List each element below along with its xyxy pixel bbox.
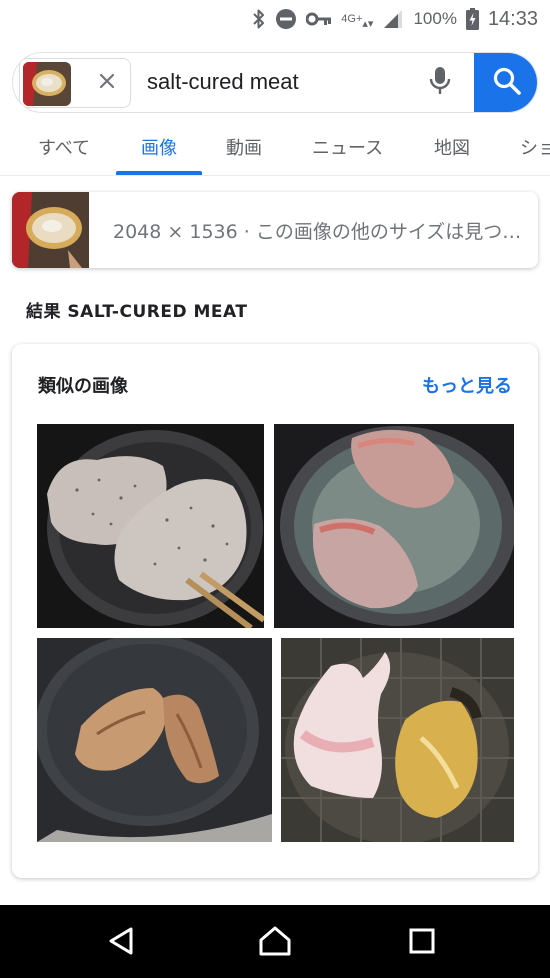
- tab-news[interactable]: ニュース: [312, 134, 383, 160]
- close-icon[interactable]: [99, 73, 115, 93]
- tab-videos[interactable]: 動画: [226, 134, 262, 160]
- query-image-chip[interactable]: [19, 58, 131, 108]
- search-button[interactable]: [474, 53, 537, 112]
- image-info-card[interactable]: 2048 × 1536 · この画像の他のサイズは見つかりません。: [12, 192, 538, 268]
- tab-shopping[interactable]: ショ: [520, 134, 550, 160]
- similar-image-2[interactable]: [274, 424, 514, 628]
- battery-charging-icon: [465, 8, 479, 30]
- search-icon[interactable]: [492, 66, 522, 100]
- query-image-thumbnail[interactable]: [23, 62, 71, 106]
- search-query-text[interactable]: salt-cured meat: [147, 69, 299, 95]
- back-icon[interactable]: [107, 926, 135, 960]
- image-size-info[interactable]: 2048 × 1536 · この画像の他のサイズは見つかりません。: [113, 217, 525, 244]
- clock: 14:33: [487, 7, 538, 30]
- vpn-key-icon: [306, 11, 332, 27]
- image-info-thumbnail[interactable]: [12, 192, 89, 268]
- mic-icon[interactable]: [429, 66, 451, 100]
- signal-icon: [382, 8, 404, 30]
- do-not-disturb-icon: [275, 8, 297, 30]
- bluetooth-icon: [252, 8, 266, 30]
- home-icon[interactable]: [258, 925, 292, 961]
- similar-image-1[interactable]: [37, 424, 264, 628]
- results-heading: 結果 SALT-CURED MEAT: [26, 302, 248, 322]
- clear-image-button[interactable]: [92, 68, 122, 98]
- tab-all[interactable]: すべて: [38, 134, 90, 160]
- system-nav-bar: [0, 905, 550, 978]
- search-tabs: すべて 画像 動画 ニュース 地図 ショ: [0, 122, 550, 176]
- similar-images-title: 類似の画像: [38, 376, 128, 397]
- similar-images-card: 類似の画像 もっと見る: [12, 344, 538, 878]
- search-bar: salt-cured meat: [12, 52, 538, 113]
- recents-button[interactable]: [402, 923, 442, 963]
- network-type: 4G+ ▴▾: [341, 13, 374, 30]
- recents-icon[interactable]: [408, 927, 436, 959]
- similar-image-4[interactable]: [281, 638, 514, 842]
- status-bar: 4G+ ▴▾ 100% 14:33: [0, 0, 550, 38]
- status-icons: 4G+ ▴▾ 100% 14:33: [252, 6, 538, 32]
- back-button[interactable]: [101, 923, 141, 963]
- tab-images[interactable]: 画像: [141, 134, 177, 160]
- voice-search-button[interactable]: [425, 67, 455, 99]
- home-button[interactable]: [255, 923, 295, 963]
- similar-image-3[interactable]: [37, 638, 272, 842]
- battery-percent: 100%: [413, 9, 457, 28]
- active-tab-indicator: [116, 171, 202, 175]
- see-more-link[interactable]: もっと見る: [422, 372, 512, 398]
- tab-maps[interactable]: 地図: [434, 134, 470, 160]
